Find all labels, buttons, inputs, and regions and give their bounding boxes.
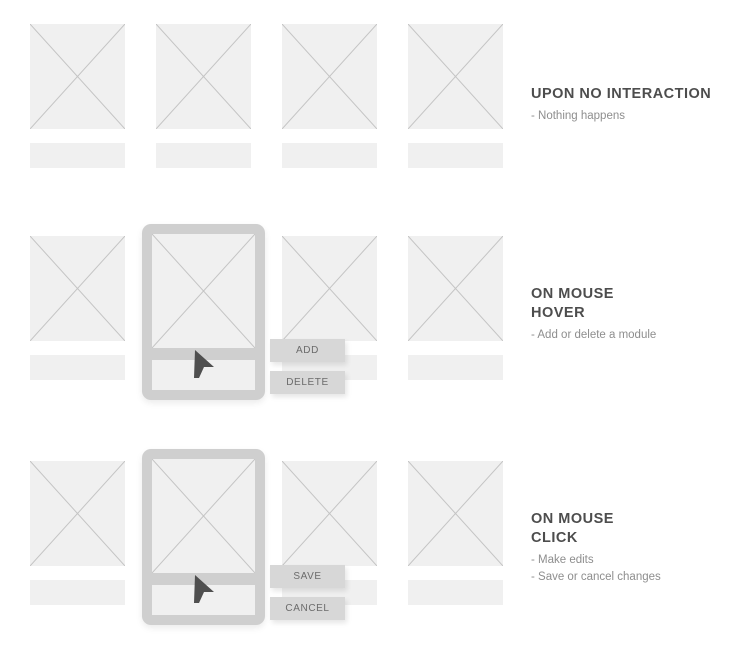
module-caption-bar (30, 355, 125, 380)
mouse-cursor-icon (194, 575, 214, 603)
image-placeholder-x-icon (30, 461, 125, 566)
cancel-button[interactable]: CANCEL (270, 597, 345, 620)
module-card[interactable] (408, 24, 503, 168)
module-card[interactable] (30, 24, 125, 168)
annotation-bullet: - Make edits (531, 554, 594, 566)
image-placeholder-x-icon (282, 461, 377, 566)
module-caption-bar (408, 580, 503, 605)
module-caption-bar (156, 143, 251, 168)
image-placeholder-x-icon (30, 24, 125, 129)
annotation-heading: UPON NO INTERACTION (531, 86, 712, 102)
image-placeholder-x-icon (282, 24, 377, 129)
module-card[interactable] (30, 236, 125, 380)
module-card-selected[interactable] (142, 449, 265, 625)
delete-button[interactable]: DELETE (270, 371, 345, 394)
image-placeholder-x-icon (282, 236, 377, 341)
image-placeholder-x-icon (30, 236, 125, 341)
image-placeholder-x-icon (408, 236, 503, 341)
annotation-heading: ON MOUSE HOVER (531, 286, 614, 321)
annotation-no-interaction: UPON NO INTERACTION - Nothing happens (531, 85, 746, 125)
annotation-heading: ON MOUSE CLICK (531, 511, 614, 546)
save-button[interactable]: SAVE (270, 565, 345, 588)
module-caption-bar (30, 143, 125, 168)
add-button[interactable]: ADD (270, 339, 345, 362)
mouse-cursor-icon (194, 350, 214, 378)
annotation-bullet: - Save or cancel changes (531, 571, 661, 583)
wireframe-canvas: ADD DELETE SAVE CANCEL UPON NO INTERACTI… (0, 0, 750, 646)
image-placeholder-x-icon (408, 461, 503, 566)
annotation-bullet: - Add or delete a module (531, 329, 657, 341)
module-caption-bar (152, 575, 255, 615)
image-placeholder-x-icon (152, 459, 255, 573)
module-card[interactable] (282, 24, 377, 168)
module-caption-bar (30, 580, 125, 605)
module-caption-bar (408, 355, 503, 380)
image-placeholder-x-icon (408, 24, 503, 129)
annotation-bullet: - Nothing happens (531, 110, 625, 122)
module-card[interactable] (408, 236, 503, 380)
module-card[interactable] (30, 461, 125, 605)
annotation-mouse-click: ON MOUSE CLICK - Make edits - Save or ca… (531, 510, 746, 586)
image-placeholder-x-icon (156, 24, 251, 129)
annotation-mouse-hover: ON MOUSE HOVER - Add or delete a module (531, 285, 746, 344)
module-caption-bar (282, 143, 377, 168)
module-card-selected[interactable] (142, 224, 265, 400)
module-caption-bar (408, 143, 503, 168)
module-caption-bar (152, 350, 255, 390)
module-card[interactable] (156, 24, 251, 168)
module-card[interactable] (408, 461, 503, 605)
image-placeholder-x-icon (152, 234, 255, 348)
